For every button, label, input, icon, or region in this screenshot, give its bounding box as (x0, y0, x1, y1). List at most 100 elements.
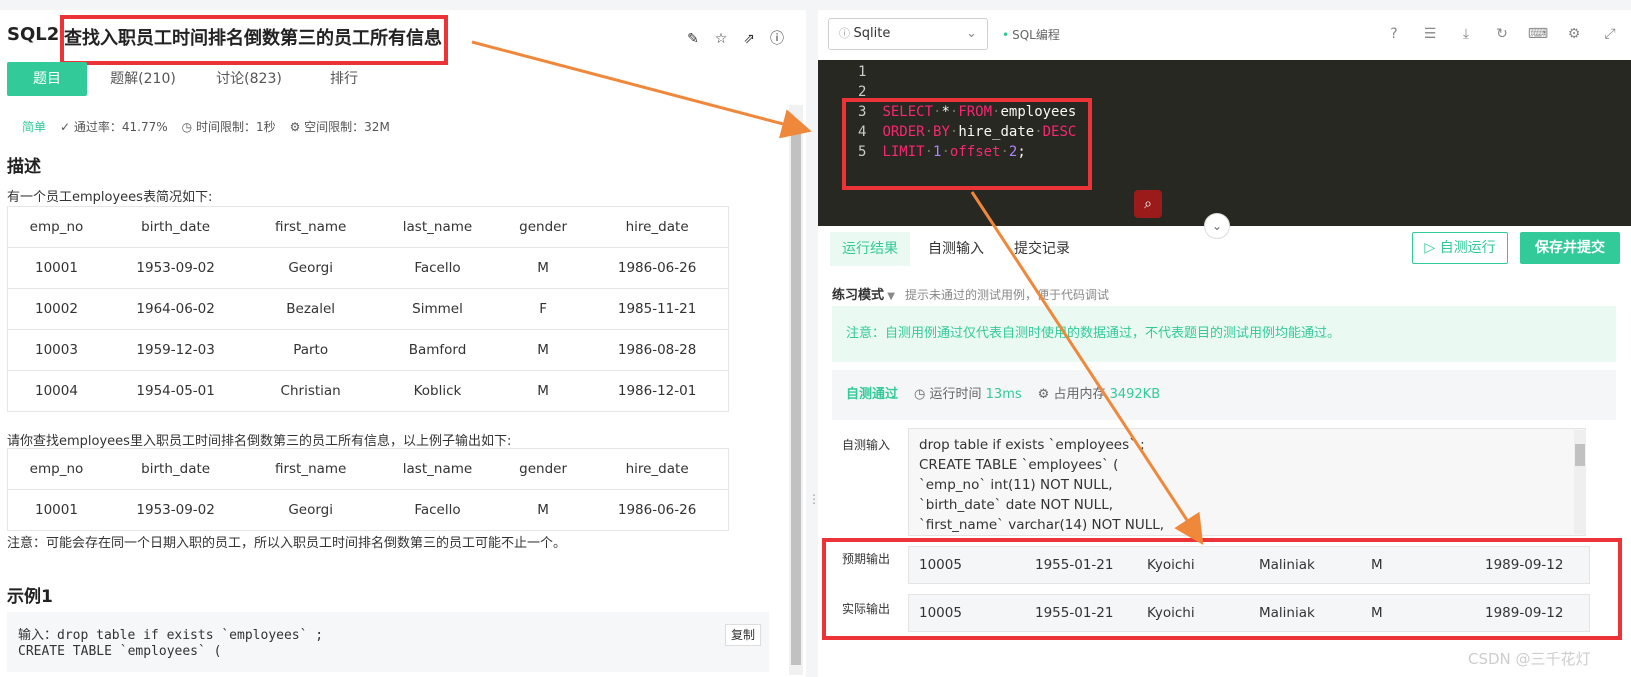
language-select[interactable]: ⓘ Sqlite ⌄ (828, 18, 988, 50)
custom-input-textarea[interactable]: drop table if exists `employees` ; CREAT… (908, 428, 1586, 536)
tab-discussion[interactable]: 讨论(823) (199, 62, 299, 96)
table-cell: 1953-09-02 (104, 489, 247, 531)
tab-custom-input[interactable]: 自测输入 (916, 232, 996, 266)
table-cell: M (499, 489, 587, 531)
fullscreen-icon[interactable]: ⤢ (1599, 24, 1621, 44)
editor-toolbar: ? ☰ ⤓ ↻ ⌨ ⚙ ⤢ (1383, 24, 1621, 44)
table-row: 10001 1953-09-02 Georgi Facello M 1986-06-26 (7, 247, 729, 289)
table-header-cell: birth_date (104, 206, 247, 248)
share-icon[interactable]: ⇗ (740, 30, 758, 48)
output-example-table: emp_no birth_date first_name last_name gende… (7, 448, 729, 531)
keyboard-icon[interactable]: ⌨ (1527, 24, 1549, 44)
status-badge: 自测通过 (846, 387, 899, 402)
gear-icon[interactable]: ⚙ (1563, 24, 1585, 44)
desc-intro: 有一个员工employees表简况如下: (7, 190, 213, 205)
edit-icon[interactable]: ✎ (684, 30, 702, 48)
title-highlight-box (60, 15, 448, 65)
scroll-thumb[interactable] (1575, 444, 1585, 466)
problem-toolbar: ✎ ☆ ⇗ ⓘ (684, 30, 786, 48)
table-cell: 1964-06-02 (104, 288, 247, 330)
section-description: 描述 (7, 157, 41, 177)
table-cell: M (499, 247, 587, 289)
expected-output-label: 预期输出 (842, 552, 891, 566)
table-row: 10003 1959-12-03 Parto Bamford M 1986-08-28 (7, 329, 729, 371)
employees-table: emp_no birth_date first_name last_name gende… (7, 206, 729, 412)
code-editor[interactable]: 1 2 3 SELECT·*·FROM·employees 4 ORDER·BY… (818, 60, 1631, 226)
table-header-cell: hire_date (586, 206, 729, 248)
problem-id: SQL2 (7, 24, 60, 45)
table-cell: F (499, 288, 587, 330)
star-icon[interactable]: ☆ (712, 30, 730, 48)
output-cell: 1955-01-21 (1035, 605, 1114, 621)
output-cell: Maliniak (1259, 605, 1315, 621)
output-cell: 10005 (919, 605, 962, 621)
output-cell: Kyoichi (1147, 557, 1195, 573)
tab-solutions[interactable]: 题解(210) (87, 62, 199, 96)
desc-task: 请你查找employees里入职员工时间排名倒数第三的员工所有信息，以上例子输出… (7, 434, 512, 449)
table-header-cell: first_name (246, 448, 375, 490)
clock-icon: ◷ (181, 120, 196, 134)
table-cell: 10001 (7, 247, 105, 289)
table-cell: 10003 (7, 329, 105, 371)
table-header-row: emp_no birth_date first_name last_name gende… (7, 448, 729, 490)
pane-divider[interactable] (806, 10, 818, 677)
input-line: `birth_date` date NOT NULL, (919, 497, 1114, 513)
save-submit-button[interactable]: 保存并提交 (1520, 232, 1620, 264)
scroll-thumb[interactable] (791, 125, 801, 665)
table-row: 10004 1954-05-01 Christian Koblick M 1986-12-… (7, 370, 729, 412)
table-cell: Bamford (374, 329, 500, 371)
table-header-row: emp_no birth_date first_name last_name gende… (7, 206, 729, 248)
table-cell: M (499, 370, 587, 412)
table-header-cell: gender (499, 206, 587, 248)
tab-run-result[interactable]: 运行结果 (830, 232, 910, 266)
note: 注意：可能会存在同一个日期入职的员工，所以入职员工时间排名倒数第三的员工可能不止… (7, 536, 567, 551)
table-header-cell: first_name (246, 206, 375, 248)
copy-button[interactable]: 复制 (725, 624, 761, 646)
tab-submissions[interactable]: 提交记录 (1002, 232, 1082, 266)
table-cell: Bezalel (246, 288, 375, 330)
memory-value: 3492KB (1109, 387, 1161, 402)
cpu-icon: ⚙ (289, 120, 305, 134)
caret-down-icon[interactable]: ▼ (884, 291, 895, 302)
code-line: 1 (858, 64, 867, 80)
output-cell: 1955-01-21 (1035, 557, 1114, 573)
runtime-value: 13ms (985, 387, 1022, 402)
editor-panel: ⓘ Sqlite ⌄ SQL编程 ? ☰ ⤓ ↻ ⌨ ⚙ ⤢ 1 2 3 SEL… (818, 10, 1631, 677)
left-scrollbar[interactable] (789, 105, 803, 675)
table-cell: Simmel (374, 288, 500, 330)
mode-hint: 提示未通过的测试用例，便于代码调试 (905, 288, 1110, 302)
table-header-cell: emp_no (7, 206, 105, 248)
input-line: drop table if exists `employees` ; (919, 437, 1145, 453)
result-tabs: 运行结果 自测输入 提交记录 (830, 232, 1088, 266)
difficulty-badge: 简单 (22, 120, 47, 134)
collapse-icon[interactable]: ⌄ (1204, 213, 1230, 239)
self-test-button[interactable]: ▷ 自测运行 (1412, 232, 1508, 264)
refresh-icon[interactable]: ↻ (1491, 24, 1513, 44)
table-cell: M (499, 329, 587, 371)
custom-input-label: 自测输入 (842, 438, 891, 452)
help-icon[interactable]: ? (1383, 24, 1405, 44)
table-cell: 1953-09-02 (104, 247, 247, 289)
input-scrollbar[interactable] (1574, 430, 1586, 534)
example-input-line: CREATE TABLE `employees` ( (18, 644, 222, 659)
problem-panel: SQL2 查找入职员工时间排名倒数第三的员工所有信息 ✎ ☆ ⇗ ⓘ 题目 题解… (0, 10, 806, 677)
pass-rate: ✓ 通过率：41.77% (60, 120, 168, 134)
search-icon[interactable]: ⌕ (1134, 190, 1162, 218)
screenshot-root: SQL2 查找入职员工时间排名倒数第三的员工所有信息 ✎ ☆ ⇗ ⓘ 题目 题解… (0, 0, 1631, 677)
download-icon[interactable]: ⤓ (1455, 24, 1477, 44)
mode-select[interactable]: 练习模式 (832, 288, 884, 303)
table-cell: Georgi (246, 489, 375, 531)
mode-row: 练习模式 ▼ 提示未通过的测试用例，便于代码调试 (832, 284, 1109, 303)
table-header-cell: last_name (374, 448, 500, 490)
table-cell: 1986-08-28 (586, 329, 729, 371)
input-line: `first_name` varchar(14) NOT NULL, (919, 517, 1165, 533)
info-icon[interactable]: ⓘ (768, 30, 786, 48)
list-icon[interactable]: ☰ (1419, 24, 1441, 44)
table-header-cell: emp_no (7, 448, 105, 490)
output-cell: 1989-09-12 (1485, 605, 1564, 621)
table-cell: 10001 (7, 489, 105, 531)
section-example: 示例1 (7, 587, 53, 607)
tab-ranking[interactable]: 排行 (299, 62, 389, 96)
output-cell: Maliniak (1259, 557, 1315, 573)
tab-problem[interactable]: 题目 (7, 62, 87, 96)
